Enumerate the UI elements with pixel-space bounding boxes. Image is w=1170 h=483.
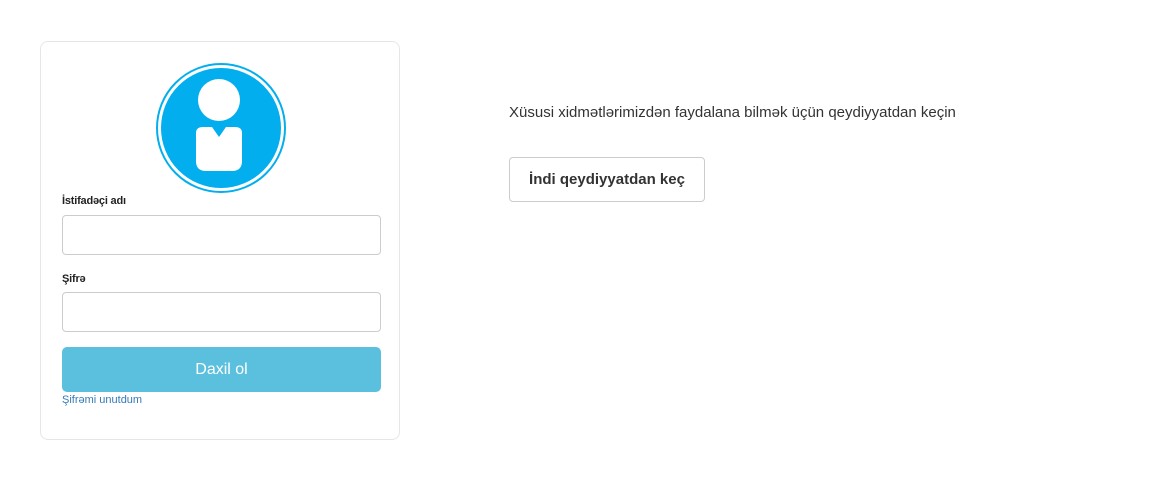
username-label: İstifadəçi adı (62, 195, 126, 207)
forgot-password-link[interactable]: Şifrəmi unutdum (62, 394, 142, 406)
password-input[interactable] (62, 292, 381, 332)
user-avatar-icon (156, 63, 286, 193)
username-input[interactable] (62, 215, 381, 255)
password-label: Şifrə (62, 273, 86, 285)
register-now-button[interactable]: İndi qeydiyyatdan keç (509, 157, 705, 202)
login-card: İstifadəçi adı Şifrə Daxil ol Şifrəmi un… (40, 41, 400, 440)
login-button[interactable]: Daxil ol (62, 347, 381, 392)
register-prompt-text: Xüsusi xidmətlərimizdən faydalana bilmək… (509, 104, 956, 121)
